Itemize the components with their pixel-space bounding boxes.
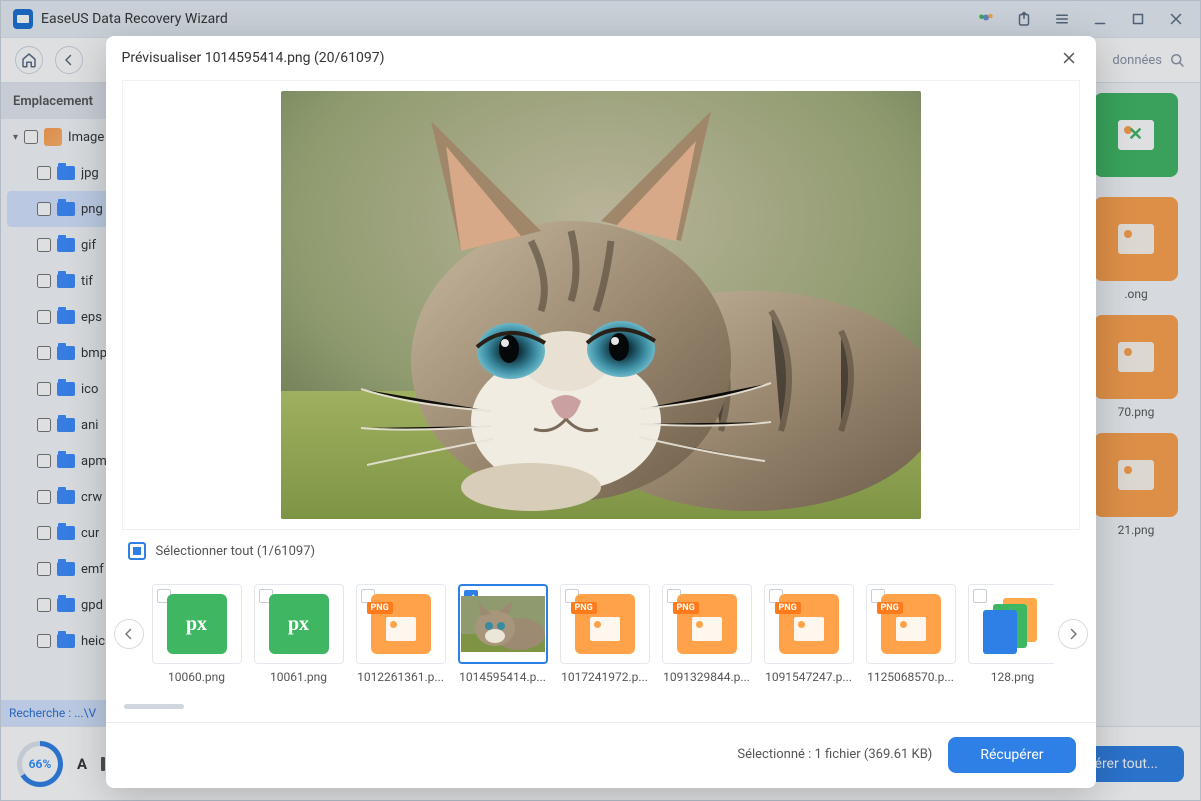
thumb-name: 1091547247.p... xyxy=(765,670,852,684)
png-icon xyxy=(371,594,431,654)
thumb-name: 1125068570.p... xyxy=(867,670,954,684)
selection-label: Sélectionné : 1 fichier (369.61 KB) xyxy=(737,747,932,762)
px-icon xyxy=(269,594,329,654)
png-icon xyxy=(779,594,839,654)
thumb-card[interactable]: 1012261361.p... xyxy=(356,584,446,684)
thumb-name: 1012261361.p... xyxy=(357,670,444,684)
thumb-prev-button[interactable] xyxy=(114,619,144,649)
preview-image xyxy=(281,91,921,519)
close-dialog-button[interactable] xyxy=(1058,47,1080,69)
png-icon xyxy=(575,594,635,654)
preview-dialog: Prévisualiser 1014595414.png (20/61097) xyxy=(106,36,1096,788)
thumb-card[interactable]: 1125068570.p... xyxy=(866,584,956,684)
thumb-card[interactable]: 1091329844.p... xyxy=(662,584,752,684)
thumb-card[interactable]: 10060.png xyxy=(152,584,242,684)
docs-icon xyxy=(983,594,1043,654)
png-icon xyxy=(881,594,941,654)
preview-title: Prévisualiser 1014595414.png (20/61097) xyxy=(122,50,1058,66)
thumb-card[interactable]: 1017241972.p... xyxy=(560,584,650,684)
png-icon xyxy=(677,594,737,654)
preview-area xyxy=(122,80,1080,530)
thumb-scrollbar[interactable] xyxy=(124,704,1078,712)
cat-thumb xyxy=(461,596,545,652)
thumb-next-button[interactable] xyxy=(1058,619,1088,649)
thumb-card[interactable]: 10061.png xyxy=(254,584,344,684)
thumb-name: 1091329844.p... xyxy=(663,670,750,684)
px-icon xyxy=(167,594,227,654)
thumb-card[interactable]: 128.png xyxy=(968,584,1054,684)
thumb-card[interactable]: 1014595414.p... xyxy=(458,584,548,684)
thumb-name: 10060.png xyxy=(168,670,225,684)
thumb-card[interactable]: 1091547247.p... xyxy=(764,584,854,684)
select-all-label: Sélectionner tout (1/61097) xyxy=(156,544,316,559)
thumb-name: 128.png xyxy=(991,670,1035,684)
recover-button[interactable]: Récupérer xyxy=(948,737,1075,773)
thumb-name: 10061.png xyxy=(270,670,327,684)
select-all-checkbox[interactable] xyxy=(128,542,146,560)
thumb-name: 1014595414.p... xyxy=(459,670,546,684)
thumb-name: 1017241972.p... xyxy=(561,670,648,684)
